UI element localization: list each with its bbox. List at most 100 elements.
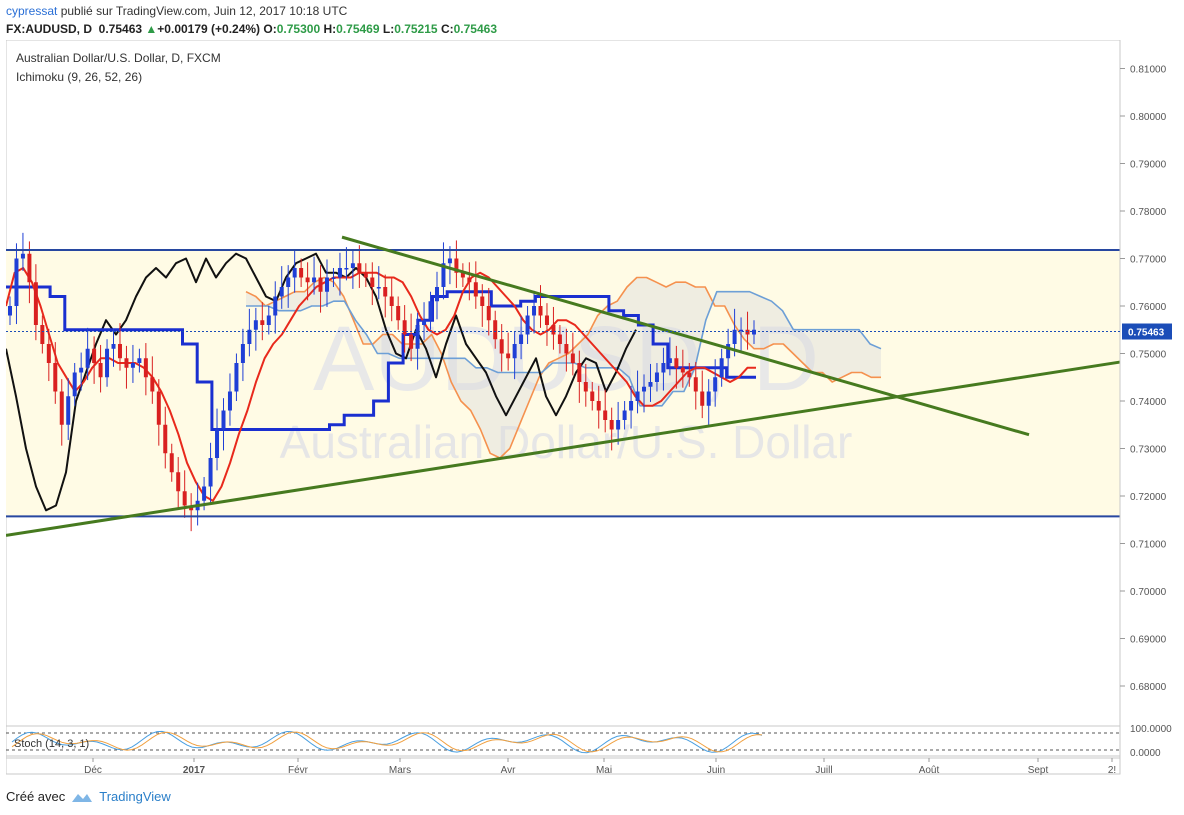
candle-body: [79, 367, 84, 373]
candle-body: [344, 268, 349, 270]
high-label: H:: [323, 22, 337, 36]
price-tick-label: 0.77000: [1130, 255, 1167, 266]
price-tick-label: 0.81000: [1130, 65, 1167, 76]
time-tick-label: 2!: [1108, 765, 1116, 776]
price-tick-label: 0.70000: [1130, 587, 1167, 598]
candle-body: [273, 296, 278, 316]
candle-body: [357, 263, 362, 273]
candle-body: [337, 268, 342, 278]
candle-body: [661, 363, 666, 373]
candle-body: [422, 320, 427, 325]
candle-body: [486, 306, 491, 321]
candle-body: [532, 306, 537, 316]
candle-body: [745, 329, 750, 335]
candle-body: [92, 348, 97, 363]
candle-body: [215, 429, 220, 458]
candle-body: [286, 277, 291, 287]
candle-body: [480, 296, 485, 306]
candle-body: [130, 363, 135, 368]
candle-body: [616, 420, 621, 430]
candle-body: [389, 296, 394, 306]
open-label: O:: [263, 22, 277, 36]
created-with-label: Créé avec: [6, 789, 66, 804]
candle-body: [396, 306, 401, 321]
candle-body: [383, 287, 388, 297]
candle-body: [493, 320, 498, 340]
publish-info: cypressat publié sur TradingView.com, Ju…: [6, 4, 347, 18]
candle-body: [350, 263, 355, 268]
publish-text: publié sur TradingView.com, Juin 12, 201…: [60, 4, 348, 18]
price-tick-label: 0.69000: [1130, 635, 1167, 646]
candle-body: [20, 253, 25, 259]
candle-body: [33, 282, 38, 325]
price-tick-label: 0.79000: [1130, 160, 1167, 171]
candle-body: [506, 353, 511, 359]
candle-body: [279, 287, 284, 297]
candle-body: [447, 258, 452, 264]
candle-body: [635, 391, 640, 401]
author-link[interactable]: cypressat: [6, 4, 57, 18]
candle-body: [202, 486, 207, 501]
candle-body: [260, 320, 265, 325]
candle-body: [176, 472, 181, 492]
candle-body: [72, 372, 77, 397]
stochastic-pane: 100.0000 0.0000: [6, 724, 1172, 759]
candle-body: [570, 353, 575, 363]
candle-body: [53, 363, 58, 392]
candle-body: [667, 358, 672, 363]
candle-body: [299, 268, 304, 278]
time-tick-label: Mars: [389, 765, 411, 776]
candle-body: [292, 268, 297, 278]
candle-body: [719, 358, 724, 378]
price-chart[interactable]: AUDUSD, D Australian Dollar/U.S. Dollar …: [6, 40, 1184, 780]
candle-body: [240, 344, 245, 363]
price-tick-label: 0.80000: [1130, 112, 1167, 123]
low-label: L:: [382, 22, 395, 36]
candle-body: [693, 377, 698, 392]
candle-body: [713, 377, 718, 392]
candle-body: [105, 348, 110, 378]
candle-body: [331, 277, 336, 279]
candle-body: [680, 367, 685, 373]
candle-body: [234, 363, 239, 392]
candle-body: [8, 306, 12, 316]
close-value: 0.75463: [453, 22, 497, 36]
price-tick-label: 0.74000: [1130, 397, 1167, 408]
candle-body: [687, 372, 692, 378]
candle-body: [14, 258, 19, 306]
candle-body: [654, 372, 659, 382]
candle-body: [27, 253, 32, 283]
candle-body: [363, 272, 368, 278]
chart-frame[interactable]: AUDUSD, D Australian Dollar/U.S. Dollar …: [6, 40, 1172, 776]
candle-body: [551, 325, 556, 335]
time-tick-label: Sept: [1028, 765, 1049, 776]
watermark-name: Australian Dollar/U.S. Dollar: [280, 416, 853, 468]
time-tick-label: Juill: [815, 765, 832, 776]
candle-body: [415, 325, 420, 349]
candle-body: [312, 277, 317, 283]
candle-body: [253, 320, 258, 330]
candle-body: [124, 358, 129, 368]
candle-body: [700, 391, 705, 406]
price-tick-label: 0.72000: [1130, 492, 1167, 503]
candle-body: [208, 458, 213, 487]
candle-body: [596, 401, 601, 411]
candle-body: [266, 315, 271, 325]
high-value: 0.75469: [336, 22, 380, 36]
candle-body: [409, 334, 414, 349]
candle-body: [117, 344, 122, 359]
candle-body: [590, 391, 595, 401]
candle-body: [519, 334, 524, 344]
candle-body: [98, 363, 103, 378]
close-label: C:: [440, 22, 454, 36]
candle-body: [143, 358, 148, 378]
candle-body: [674, 358, 679, 368]
tradingview-link[interactable]: TradingView: [99, 789, 171, 804]
price-tick-label: 0.68000: [1130, 682, 1167, 693]
candle-body: [648, 382, 653, 387]
candle-body: [706, 391, 711, 406]
candle-body: [182, 491, 187, 506]
candle-body: [609, 420, 614, 430]
price-tick-label: 0.75000: [1130, 350, 1167, 361]
candle-body: [402, 320, 407, 335]
